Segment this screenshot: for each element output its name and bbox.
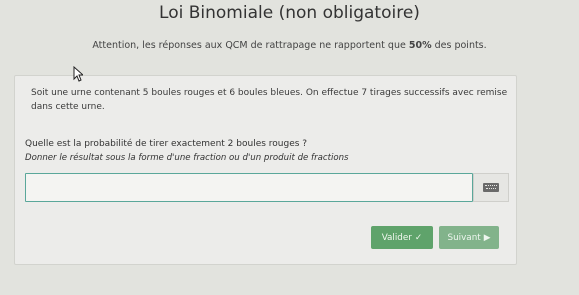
validate-label: Valider: [381, 232, 412, 243]
notice-text-before: Attention, les réponses aux QCM de rattr…: [92, 40, 409, 51]
virtual-keyboard-button[interactable]: [473, 173, 509, 202]
keyboard-icon: [483, 183, 499, 192]
next-button[interactable]: Suivant ▶: [439, 226, 499, 249]
answer-input[interactable]: [25, 173, 473, 202]
answer-instruction: Donner le résultat sous la forme d'une f…: [25, 153, 349, 163]
notice-text-after: des points.: [431, 40, 487, 51]
mouse-cursor-icon: [73, 65, 85, 82]
check-icon: ✓: [414, 232, 423, 243]
notice-highlight: 50%: [408, 40, 432, 51]
validate-button[interactable]: Valider ✓: [371, 226, 433, 249]
play-icon: ▶: [483, 232, 491, 243]
question-text: Quelle est la probabilité de tirer exact…: [25, 139, 308, 149]
next-label: Suivant: [447, 232, 481, 243]
page-title: Loi Binomiale (non obligatoire): [159, 3, 420, 23]
question-card: Soit une urne contenant 5 boules rouges …: [14, 75, 517, 265]
exam-notice: Attention, les réponses aux QCM de rattr…: [0, 40, 579, 51]
exercise-statement: Soit une urne contenant 5 boules rouges …: [31, 88, 508, 112]
